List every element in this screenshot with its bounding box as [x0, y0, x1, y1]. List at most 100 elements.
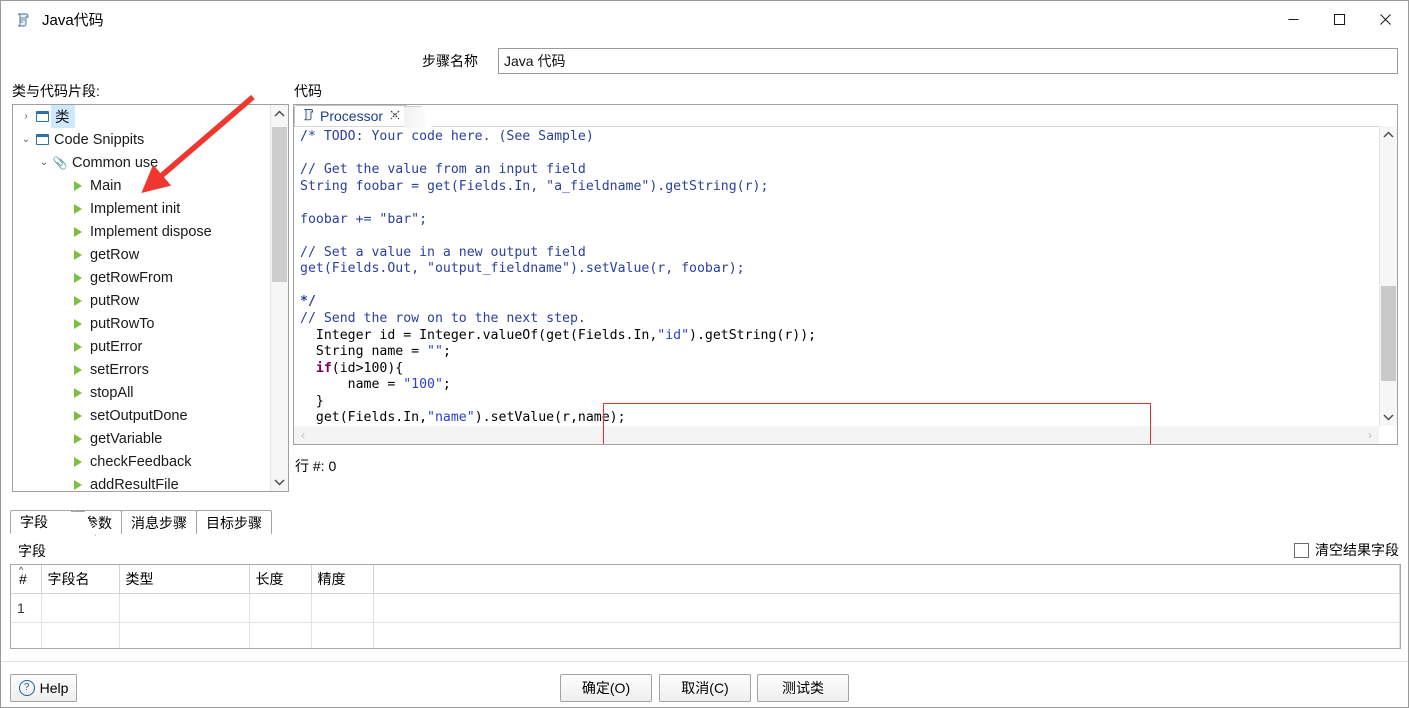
- chevron-down-icon[interactable]: ⌄: [19, 134, 33, 145]
- tree-node[interactable]: setErrors: [13, 358, 269, 381]
- table-cell-precision[interactable]: [311, 622, 374, 648]
- table-cell-type[interactable]: [119, 593, 250, 623]
- table-row[interactable]: [11, 622, 1400, 648]
- fields-table[interactable]: ^ # 字段名 类型 长度 精度 1: [10, 564, 1401, 649]
- code-scroll-right-icon[interactable]: ›: [1361, 428, 1379, 442]
- checkbox-box-icon[interactable]: [1294, 542, 1309, 558]
- step-name-input[interactable]: [498, 48, 1398, 74]
- table-cell-name[interactable]: [41, 622, 120, 648]
- folder-icon: [33, 111, 51, 122]
- col-header-length[interactable]: 长度: [249, 565, 312, 594]
- col-header-fieldname[interactable]: 字段名: [41, 565, 120, 594]
- code-editor-panel: Processor /* TODO: Your code here. (See …: [293, 104, 1398, 445]
- cancel-button[interactable]: 取消(C): [659, 674, 751, 702]
- table-row[interactable]: 1: [11, 593, 1400, 623]
- tree-node[interactable]: Implement dispose: [13, 220, 269, 243]
- table-cell-num[interactable]: 1: [11, 593, 42, 623]
- tree-node[interactable]: putRowTo: [13, 312, 269, 335]
- help-button[interactable]: ? Help: [10, 674, 77, 702]
- bottom-tab-2[interactable]: 消息步骤: [121, 510, 197, 534]
- table-cell-length[interactable]: [249, 622, 312, 648]
- tree-vertical-scrollbar[interactable]: [270, 105, 288, 491]
- play-icon: [69, 364, 87, 375]
- tree-node-label: addResultFile: [90, 476, 179, 492]
- play-icon: [69, 456, 87, 467]
- play-icon: [69, 318, 87, 329]
- class-snippets-tree[interactable]: › 类 ⌄ Code Snippits ⌄ 📎 Common use Main Implemen…: [12, 104, 289, 492]
- chevron-down-icon[interactable]: ⌄: [37, 157, 51, 168]
- table-cell-precision[interactable]: [311, 593, 374, 623]
- table-cell-num[interactable]: [11, 622, 42, 648]
- table-cell-name[interactable]: [41, 593, 120, 623]
- tab-processor[interactable]: Processor: [294, 105, 408, 126]
- tree-node[interactable]: getVariable: [13, 427, 269, 450]
- tree-scroll-thumb[interactable]: [272, 127, 287, 282]
- tab-close-icon[interactable]: [390, 110, 400, 123]
- title-bar: Java代码: [1, 1, 1408, 38]
- cancel-button-label: 取消(C): [681, 680, 729, 696]
- tree-node-label: setOutputDone: [90, 407, 188, 424]
- tree-node[interactable]: ⌄ Code Snippits: [13, 128, 269, 151]
- table-cell-extra[interactable]: [373, 593, 1400, 623]
- scroll-up-icon[interactable]: [271, 105, 288, 123]
- java-scroll-icon: [14, 11, 32, 29]
- folder-icon: [33, 134, 51, 145]
- col-header-extra[interactable]: [373, 565, 1400, 594]
- tree-node[interactable]: getRowFrom: [13, 266, 269, 289]
- tree-node[interactable]: ⌄ 📎 Common use: [13, 151, 269, 174]
- tree-node[interactable]: Main: [13, 174, 269, 197]
- code-scroll-left-icon[interactable]: ‹: [294, 428, 312, 442]
- tree-node-label: stopAll: [90, 384, 134, 401]
- table-cell-extra[interactable]: [373, 622, 1400, 648]
- tree-node-label: Implement dispose: [90, 223, 212, 240]
- java-code-dialog: Java代码 步骤名称 类与代码片段: 代码 ›类⌄Code Snippits⌄…: [0, 0, 1409, 708]
- table-cell-type[interactable]: [119, 622, 250, 648]
- tree-node[interactable]: addResultFile: [13, 473, 269, 491]
- tree-node[interactable]: getRow: [13, 243, 269, 266]
- java-class-icon: [302, 108, 315, 125]
- code-text-area[interactable]: /* TODO: Your code here. (See Sample) //…: [294, 126, 1397, 444]
- code-scroll-down-icon[interactable]: [1380, 408, 1397, 426]
- tree-node[interactable]: putRow: [13, 289, 269, 312]
- close-button[interactable]: [1362, 1, 1408, 38]
- play-icon: [69, 180, 87, 191]
- tree-node[interactable]: checkFeedback: [13, 450, 269, 473]
- tree-node[interactable]: putError: [13, 335, 269, 358]
- scroll-down-icon[interactable]: [271, 473, 288, 491]
- play-icon: [69, 272, 87, 283]
- tree-node[interactable]: › 类: [13, 105, 269, 128]
- tree-node-label: Main: [90, 177, 122, 194]
- play-icon: [69, 341, 87, 352]
- bottom-tab-label: 消息步骤: [131, 514, 187, 531]
- code-scroll-up-icon[interactable]: [1380, 126, 1397, 144]
- play-icon: [69, 410, 87, 421]
- question-mark-icon: ?: [18, 680, 35, 696]
- maximize-button[interactable]: [1316, 1, 1362, 38]
- code-scroll-thumb[interactable]: [1381, 286, 1396, 381]
- help-button-label: Help: [39, 680, 69, 696]
- tree-node[interactable]: stopAll: [13, 381, 269, 404]
- col-header-precision[interactable]: 精度: [311, 565, 374, 594]
- tree-node-label: checkFeedback: [90, 453, 192, 470]
- code-label: 代码: [294, 83, 322, 99]
- tree-node[interactable]: Implement init: [13, 197, 269, 220]
- tree-node-label: getRowFrom: [90, 269, 173, 286]
- tree-node[interactable]: setOutputDone: [13, 404, 269, 427]
- table-header-row: ^ # 字段名 类型 长度 精度: [11, 565, 1400, 594]
- code-content[interactable]: /* TODO: Your code here. (See Sample) //…: [294, 126, 1378, 426]
- col-header-type[interactable]: 类型: [119, 565, 250, 594]
- test-class-button[interactable]: 测试类: [757, 674, 849, 702]
- chevron-right-icon[interactable]: ›: [19, 111, 33, 122]
- code-vertical-scrollbar[interactable]: [1379, 126, 1397, 426]
- clear-result-fields-checkbox[interactable]: 清空结果字段: [1294, 540, 1399, 560]
- tree-node-label: 类: [51, 105, 75, 128]
- ok-button[interactable]: 确定(O): [560, 674, 652, 702]
- code-horizontal-scrollbar[interactable]: ‹ ›: [294, 426, 1379, 444]
- col-header-num[interactable]: ^ #: [11, 565, 42, 594]
- editor-tab-bar: Processor: [294, 105, 1397, 127]
- minimize-button[interactable]: [1270, 1, 1316, 38]
- bottom-tab-0[interactable]: 字段: [10, 510, 75, 534]
- bottom-tab-3[interactable]: 目标步骤: [196, 510, 272, 534]
- table-cell-length[interactable]: [249, 593, 312, 623]
- footer-divider: [1, 661, 1408, 662]
